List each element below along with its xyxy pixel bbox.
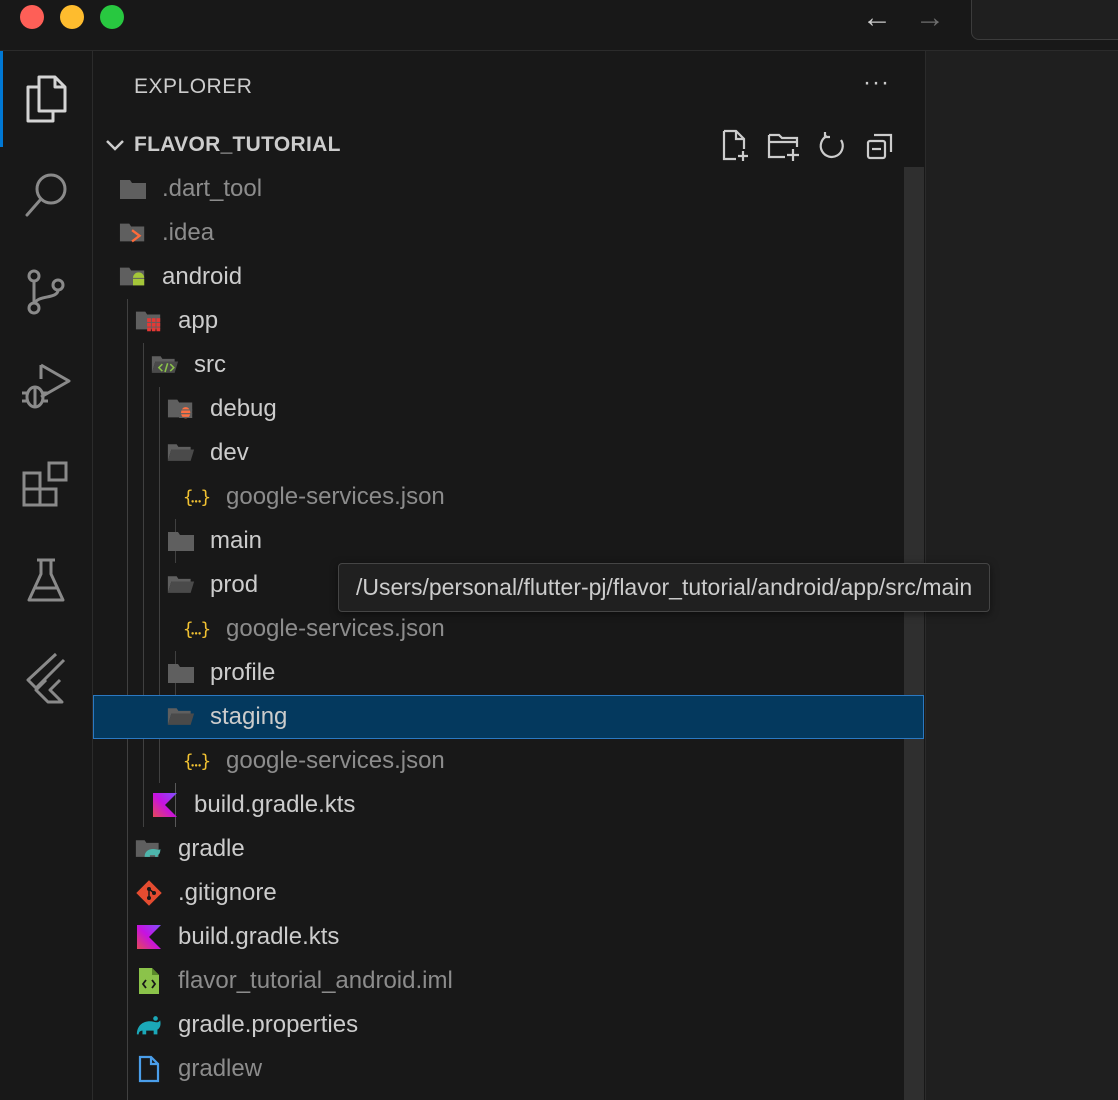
tree-item[interactable]: {} google-services.json	[93, 739, 924, 783]
tree-item[interactable]: main	[93, 519, 924, 563]
tree-item-label: google-services.json	[226, 615, 445, 642]
iml-icon	[135, 967, 163, 995]
json-icon: {}	[183, 483, 211, 511]
tree-item[interactable]: .dart_tool	[93, 167, 924, 211]
tree-item[interactable]: {} google-services.json	[93, 607, 924, 651]
collapse-all-icon[interactable]	[863, 129, 897, 163]
git-icon	[135, 879, 163, 907]
svg-text:}: }	[201, 620, 212, 640]
tree-item-label: flavor_tutorial_android.iml	[178, 967, 453, 994]
chevron-down-icon	[105, 137, 125, 158]
idea-folder-icon	[119, 219, 147, 247]
tree-item[interactable]: profile	[93, 651, 924, 695]
kotlin-icon	[151, 791, 179, 819]
tree-item-label: src	[194, 351, 226, 378]
tree-item-label: gradle	[178, 835, 245, 862]
folder-icon	[167, 527, 195, 555]
tree-item-label: staging	[210, 703, 288, 730]
workspace-title: FLAVOR_TUTORIAL	[134, 133, 341, 156]
tree-item-label: build.gradle.kts	[178, 923, 340, 950]
json-icon: {}	[183, 747, 211, 775]
debug-folder-icon	[167, 395, 195, 423]
tree-item-label: app	[178, 307, 219, 334]
json-icon: {}	[183, 615, 211, 643]
refresh-icon[interactable]	[815, 129, 849, 163]
android-folder-icon	[119, 263, 147, 291]
tree-item-label: google-services.json	[226, 747, 445, 774]
svg-text:{: {	[183, 488, 194, 508]
folder-open-icon	[167, 703, 195, 731]
zoom-window-button[interactable]	[100, 5, 124, 29]
app-folder-icon	[135, 307, 163, 335]
tree-item-label: dev	[210, 439, 249, 466]
tree-item-label: android	[162, 263, 243, 290]
tree-item-label: gradle.properties	[178, 1011, 359, 1038]
src-folder-icon	[151, 351, 179, 379]
new-file-icon[interactable]	[719, 129, 753, 163]
tree-item[interactable]: .idea	[93, 211, 924, 255]
tree-item-label: gradlew	[178, 1055, 263, 1082]
svg-text:}: }	[201, 752, 212, 772]
tree-item[interactable]: build.gradle.kts	[93, 783, 924, 827]
tree-item-label: debug	[210, 395, 277, 422]
folder-open-icon	[167, 571, 195, 599]
extensions-icon[interactable]	[18, 457, 74, 513]
tree-item-label: .gitignore	[178, 879, 277, 906]
tree-item-label: .dart_tool	[162, 175, 263, 202]
flask-icon[interactable]	[18, 553, 74, 609]
folder-open-icon	[167, 439, 195, 467]
run-debug-icon[interactable]	[18, 359, 74, 415]
tree-item[interactable]: build.gradle.kts	[93, 915, 924, 959]
tree-item[interactable]: app	[93, 299, 924, 343]
arrow-right-icon[interactable]: →	[915, 3, 945, 33]
source-control-icon[interactable]	[18, 264, 74, 320]
activity-bar	[0, 51, 93, 1100]
arrow-left-icon[interactable]: ←	[862, 3, 892, 33]
gradle-icon	[135, 1011, 163, 1039]
files-icon[interactable]	[18, 71, 74, 127]
tree-item[interactable]: debug	[93, 387, 924, 431]
svg-text:}: }	[201, 488, 212, 508]
tree-item[interactable]: .gitignore	[93, 871, 924, 915]
command-center[interactable]	[971, 0, 1118, 40]
more-actions-button[interactable]: ···	[863, 69, 890, 97]
tree-item-label: prod	[210, 571, 259, 598]
tree-item[interactable]: gradle.properties	[93, 1003, 924, 1047]
folder-icon	[167, 659, 195, 687]
new-folder-icon[interactable]	[767, 129, 801, 163]
svg-text:{: {	[183, 620, 194, 640]
file-icon	[135, 1055, 163, 1083]
tree-item[interactable]: src	[93, 343, 924, 387]
flutter-icon[interactable]	[18, 649, 74, 705]
tree-item-label: .idea	[162, 219, 215, 246]
tree-item[interactable]: gradle	[93, 827, 924, 871]
svg-text:{: {	[183, 752, 194, 772]
kotlin-icon	[135, 923, 163, 951]
explorer-title: EXPLORER	[134, 75, 253, 98]
folder-icon	[119, 175, 147, 203]
tree-item[interactable]: dev	[93, 431, 924, 475]
minimize-window-button[interactable]	[60, 5, 84, 29]
tree-item[interactable]: android	[93, 255, 924, 299]
search-icon[interactable]	[18, 167, 74, 223]
workspace-section-header[interactable]: FLAVOR_TUTORIAL	[93, 129, 924, 169]
gradle-folder-icon	[135, 835, 163, 863]
tree-item-label: main	[210, 527, 263, 554]
tree-item-label: profile	[210, 659, 276, 686]
tree-item-selected[interactable]: staging	[93, 695, 924, 739]
tree-item[interactable]: flavor_tutorial_android.iml	[93, 959, 924, 1003]
tree-item-label: build.gradle.kts	[194, 791, 356, 818]
tree-item[interactable]: gradlew	[93, 1047, 924, 1091]
path-tooltip: /Users/personal/flutter-pj/flavor_tutori…	[338, 563, 991, 612]
title-bar: ← →	[0, 0, 1118, 51]
close-window-button[interactable]	[20, 5, 44, 29]
tree-item-label: google-services.json	[226, 483, 445, 510]
tree-item[interactable]: {} google-services.json	[93, 475, 924, 519]
active-indicator	[0, 51, 3, 147]
